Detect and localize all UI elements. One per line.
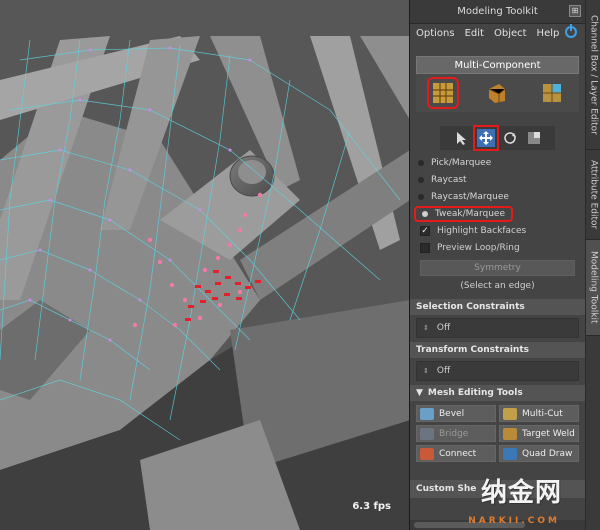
bevel-button[interactable]: Bevel	[416, 405, 496, 422]
multi-cut-button[interactable]: Multi-Cut	[499, 405, 579, 422]
move-tool-icon[interactable]	[472, 125, 499, 151]
mesh-editing-tools-header[interactable]: ▼ Mesh Editing Tools	[410, 385, 585, 401]
tab-label: Attribute Editor	[588, 159, 599, 230]
watermark-subtext: NARKII.COM	[468, 516, 560, 526]
raycast-marquee-option[interactable]: Raycast/Marquee	[410, 188, 585, 205]
dropdown-arrows-icon: ⇕	[423, 324, 429, 332]
multi-cut-icon	[503, 407, 517, 420]
tab-label: Channel Box / Layer Editor	[588, 14, 599, 135]
scene-render	[0, 0, 409, 530]
fps-readout: 6.3 fps	[352, 501, 391, 512]
tab-modeling-toolkit[interactable]: Modeling Toolkit	[586, 240, 600, 336]
option-label: Raycast	[431, 174, 467, 185]
dropdown-value: Off	[436, 366, 451, 376]
section-title: Transform Constraints	[416, 345, 529, 355]
bridge-icon	[420, 427, 434, 440]
dropdown-value: Off	[436, 323, 451, 333]
radio-icon	[422, 210, 428, 217]
quad-draw-icon	[503, 447, 517, 460]
transform-constraints-header[interactable]: Transform Constraints	[410, 342, 585, 358]
checkbox-unchecked-icon	[420, 242, 430, 253]
radio-icon	[418, 176, 424, 183]
modeling-toolkit-panel: Modeling Toolkit ⊞ Options Edit Object H…	[410, 0, 585, 530]
section-title: Selection Constraints	[416, 302, 525, 312]
selection-constraints-dropdown[interactable]: ⇕ Off	[416, 318, 579, 338]
scale-tool-icon[interactable]	[525, 129, 543, 147]
tweak-marquee-option[interactable]: Tweak/Marquee	[410, 205, 585, 222]
raycast-option[interactable]: Raycast	[410, 171, 585, 188]
button-label: Target Weld	[522, 428, 575, 439]
multi-component-button[interactable]: Multi-Component	[416, 56, 579, 74]
button-label: Multi-Cut	[522, 408, 563, 419]
vertex-mode-icon[interactable]	[427, 77, 460, 109]
select-tool-icon[interactable]	[453, 129, 471, 147]
3d-viewport[interactable]: 6.3 fps	[0, 0, 410, 530]
watermark-logo: 纳金网 NARKII.COM	[460, 472, 586, 530]
connect-icon	[420, 447, 434, 460]
button-label: Bevel	[439, 408, 465, 419]
checkbox-checked-icon: ✓	[420, 225, 430, 236]
menu-bar: Options Edit Object Help	[410, 24, 585, 42]
highlight-backfaces-checkbox[interactable]: ✓ Highlight Backfaces	[410, 222, 585, 239]
radio-icon	[418, 159, 424, 166]
watermark-text: 纳金网	[480, 478, 562, 508]
side-tab-strip: Channel Box / Layer Editor Attribute Edi…	[585, 0, 600, 530]
rotate-tool-icon[interactable]	[501, 129, 519, 147]
component-mode-row	[416, 74, 579, 112]
tweak-marquee-highlight: Tweak/Marquee	[414, 205, 513, 222]
menu-object[interactable]: Object	[494, 28, 527, 39]
panel-title-bar: Modeling Toolkit ⊞	[410, 0, 585, 24]
target-weld-icon	[503, 427, 517, 440]
button-label: Quad Draw	[522, 448, 573, 459]
edge-mode-icon[interactable]	[485, 81, 509, 105]
tab-attribute-editor[interactable]: Attribute Editor	[586, 150, 600, 240]
connect-button[interactable]: Connect	[416, 445, 496, 462]
menu-edit[interactable]: Edit	[465, 28, 484, 39]
checkbox-label: Preview Loop/Ring	[437, 242, 520, 253]
face-mode-icon[interactable]	[540, 81, 564, 105]
radio-icon	[418, 193, 424, 200]
panel-title: Modeling Toolkit	[457, 6, 538, 17]
power-icon[interactable]	[565, 24, 577, 38]
option-label: Pick/Marquee	[431, 157, 492, 168]
preview-loop-ring-checkbox[interactable]: Preview Loop/Ring	[410, 239, 585, 256]
dropdown-arrows-icon: ⇕	[423, 367, 429, 375]
menu-help[interactable]: Help	[537, 28, 560, 39]
bridge-button[interactable]: Bridge	[416, 425, 496, 442]
mesh-tools-grid: Bevel Multi-Cut Bridge Target Weld Conne…	[416, 405, 579, 462]
window-close-icon[interactable]: ⊞	[569, 5, 581, 17]
transform-tool-row	[440, 125, 555, 151]
symmetry-button[interactable]: Symmetry	[420, 260, 575, 276]
checkbox-label: Highlight Backfaces	[437, 225, 527, 236]
button-label: Connect	[439, 448, 477, 459]
bevel-icon	[420, 407, 434, 420]
selection-mode-list: Pick/Marquee Raycast Raycast/Marquee Twe…	[410, 154, 585, 222]
tab-channel-box[interactable]: Channel Box / Layer Editor	[586, 0, 600, 150]
selection-hint: (Select an edge)	[460, 281, 535, 291]
menu-options[interactable]: Options	[416, 28, 455, 39]
quad-draw-button[interactable]: Quad Draw	[499, 445, 579, 462]
selection-constraints-header[interactable]: Selection Constraints	[410, 299, 585, 315]
option-label: Raycast/Marquee	[431, 191, 509, 202]
transform-constraints-dropdown[interactable]: ⇕ Off	[416, 361, 579, 381]
expand-arrow-icon: ▼	[416, 388, 423, 398]
tab-label: Modeling Toolkit	[588, 251, 599, 324]
target-weld-button[interactable]: Target Weld	[499, 425, 579, 442]
section-title: Mesh Editing Tools	[427, 388, 523, 398]
pick-marquee-option[interactable]: Pick/Marquee	[410, 154, 585, 171]
button-label: Bridge	[439, 428, 469, 439]
option-label: Tweak/Marquee	[435, 208, 505, 219]
